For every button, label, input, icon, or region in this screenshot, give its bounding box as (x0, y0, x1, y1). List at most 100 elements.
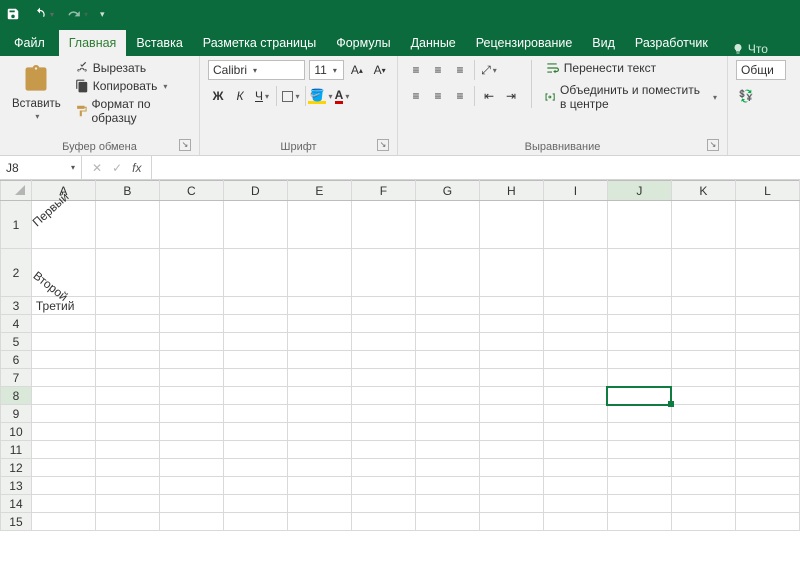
cell[interactable] (543, 495, 607, 513)
cell[interactable] (31, 315, 95, 333)
cell[interactable] (735, 495, 799, 513)
decrease-indent-icon[interactable]: ⇤ (479, 86, 499, 106)
bold-button[interactable]: Ж (208, 86, 228, 106)
cell[interactable] (351, 315, 415, 333)
cell[interactable] (671, 387, 735, 405)
cell[interactable] (31, 513, 95, 531)
cell[interactable] (607, 405, 671, 423)
cell[interactable] (31, 495, 95, 513)
cell[interactable] (735, 351, 799, 369)
cell[interactable] (159, 459, 223, 477)
cell[interactable] (671, 315, 735, 333)
cell[interactable] (479, 333, 543, 351)
enter-formula-icon[interactable]: ✓ (112, 161, 122, 175)
cell[interactable] (223, 297, 287, 315)
name-box[interactable]: J8▾ (0, 156, 82, 179)
cell[interactable] (95, 477, 159, 495)
cell[interactable] (415, 201, 479, 249)
cell[interactable] (287, 315, 351, 333)
cell[interactable] (287, 201, 351, 249)
cell[interactable] (479, 249, 543, 297)
row-header[interactable]: 2 (1, 249, 32, 297)
cell[interactable] (415, 423, 479, 441)
cell[interactable] (735, 315, 799, 333)
cell[interactable] (543, 351, 607, 369)
cell[interactable] (415, 369, 479, 387)
number-format-combo[interactable]: Общи (736, 60, 786, 80)
col-header[interactable]: F (351, 181, 415, 201)
cell[interactable] (159, 333, 223, 351)
cell[interactable] (159, 315, 223, 333)
row-header[interactable]: 1 (1, 201, 32, 249)
cell[interactable] (735, 423, 799, 441)
cell[interactable] (159, 351, 223, 369)
cell[interactable] (543, 513, 607, 531)
cell[interactable] (671, 249, 735, 297)
cell[interactable] (223, 423, 287, 441)
format-painter-button[interactable]: Формат по образцу (73, 96, 191, 126)
cell[interactable] (223, 459, 287, 477)
cell[interactable] (415, 297, 479, 315)
tell-me[interactable]: Что (732, 42, 768, 56)
row-header[interactable]: 15 (1, 513, 32, 531)
worksheet-grid[interactable]: A B C D E F G H I J K L 1Первый2Второй3Т… (0, 180, 800, 531)
col-header[interactable]: G (415, 181, 479, 201)
tab-home[interactable]: Главная (59, 30, 127, 56)
accounting-format-icon[interactable]: 💱 (736, 86, 756, 106)
dialog-launcher-icon[interactable]: ↘ (179, 139, 191, 151)
cell[interactable] (287, 297, 351, 315)
tab-formulas[interactable]: Формулы (326, 30, 400, 56)
cell[interactable] (415, 351, 479, 369)
cell[interactable] (607, 369, 671, 387)
tab-data[interactable]: Данные (401, 30, 466, 56)
cell[interactable] (543, 297, 607, 315)
cell[interactable] (351, 369, 415, 387)
cell[interactable]: Первый (31, 201, 95, 249)
row-header[interactable]: 12 (1, 459, 32, 477)
cell[interactable] (671, 441, 735, 459)
cell[interactable] (415, 513, 479, 531)
cell[interactable] (543, 459, 607, 477)
cell[interactable] (95, 297, 159, 315)
row-header[interactable]: 4 (1, 315, 32, 333)
cell[interactable] (671, 459, 735, 477)
cell[interactable] (351, 495, 415, 513)
cell[interactable] (351, 201, 415, 249)
tab-file[interactable]: Файл (0, 30, 59, 56)
cell[interactable] (287, 477, 351, 495)
row-header[interactable]: 5 (1, 333, 32, 351)
cell[interactable] (351, 441, 415, 459)
cell[interactable] (671, 477, 735, 495)
font-name-combo[interactable]: Calibri▾ (208, 60, 305, 80)
select-all-corner[interactable] (1, 181, 32, 201)
cell[interactable] (415, 315, 479, 333)
cell[interactable] (479, 297, 543, 315)
cell[interactable] (31, 477, 95, 495)
row-header[interactable]: 6 (1, 351, 32, 369)
cell[interactable] (607, 477, 671, 495)
cell[interactable] (415, 387, 479, 405)
tab-developer[interactable]: Разработчик (625, 30, 718, 56)
cell[interactable] (543, 423, 607, 441)
cell[interactable] (95, 333, 159, 351)
cell[interactable] (223, 387, 287, 405)
row-header[interactable]: 9 (1, 405, 32, 423)
cell[interactable] (351, 423, 415, 441)
cell[interactable] (607, 513, 671, 531)
cell[interactable] (735, 201, 799, 249)
cell[interactable] (159, 513, 223, 531)
cell[interactable] (223, 333, 287, 351)
cell[interactable] (543, 315, 607, 333)
increase-indent-icon[interactable]: ⇥ (501, 86, 521, 106)
cell[interactable] (479, 441, 543, 459)
save-icon[interactable] (6, 7, 20, 21)
cell[interactable] (479, 369, 543, 387)
cell[interactable] (223, 495, 287, 513)
cell[interactable] (543, 477, 607, 495)
align-right-icon[interactable]: ≡ (450, 86, 470, 106)
cell[interactable] (351, 513, 415, 531)
cell[interactable] (607, 387, 671, 405)
cell[interactable] (31, 423, 95, 441)
cell[interactable] (95, 201, 159, 249)
cell[interactable] (543, 201, 607, 249)
